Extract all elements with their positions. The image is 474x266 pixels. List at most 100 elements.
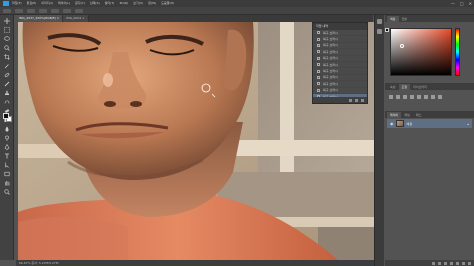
tab-channels[interactable]: 채널 [401, 112, 413, 118]
menu-window[interactable]: 창(W) [148, 0, 156, 7]
tab-libraries[interactable]: 라이브러리 [410, 84, 430, 90]
tab-color[interactable]: 색상 [387, 16, 399, 22]
menu-image[interactable]: 이미지(I) [41, 0, 53, 7]
color-picker-handle[interactable] [400, 44, 404, 48]
history-state-icon [317, 43, 320, 47]
layers-panel-header: 레이어 채널 패스 [385, 111, 474, 118]
tab-properties[interactable]: 속성 [387, 84, 399, 90]
layers-footer [385, 260, 474, 266]
history-state-icon [317, 56, 320, 60]
history-state-icon [317, 69, 320, 73]
color-balance-icon[interactable] [431, 95, 435, 99]
crop-icon[interactable] [3, 53, 11, 60]
history-state-icon [317, 75, 320, 79]
menu-file[interactable]: 파일(F) [12, 0, 22, 7]
history-state-icon [317, 37, 320, 41]
menu-help[interactable]: 도움말(H) [161, 0, 174, 7]
menu-bar: 파일(F) 편집(E) 이미지(I) 레이어(L) 문자(Y) 선택(S) 필터… [0, 0, 474, 7]
hand-icon[interactable] [3, 179, 11, 186]
new-snapshot-icon[interactable] [355, 98, 358, 102]
foreground-color-swatch[interactable] [3, 113, 9, 119]
aligned-checkbox[interactable] [63, 8, 71, 13]
exposure-icon[interactable] [410, 95, 414, 99]
rectangle-icon[interactable] [3, 170, 11, 177]
menu-view[interactable]: 보기(V) [133, 0, 143, 7]
window-controls: — □ ✕ [446, 0, 472, 7]
source-option[interactable] [39, 8, 47, 13]
pen-icon[interactable] [3, 143, 11, 150]
menu-select[interactable]: 선택(S) [90, 0, 100, 7]
foreground-color-chip[interactable] [385, 28, 389, 32]
link-layers-icon[interactable] [432, 261, 435, 265]
menu-edit[interactable]: 편집(E) [27, 0, 37, 7]
trash-icon[interactable] [361, 98, 364, 102]
brightness-contrast-icon[interactable] [389, 95, 393, 99]
new-layer-icon[interactable] [462, 261, 465, 265]
history-panel-icon[interactable] [377, 19, 382, 24]
history-brush-icon[interactable] [3, 98, 11, 105]
adjustment-icons [389, 95, 449, 102]
move-icon[interactable] [3, 17, 11, 24]
tab-swatches[interactable]: 견본 [399, 16, 411, 22]
lock-icon: 🔒︎ [467, 121, 469, 126]
quick-select-icon[interactable] [3, 44, 11, 51]
history-state-icon [317, 88, 320, 92]
eyedropper-icon[interactable] [3, 62, 11, 69]
layer-row[interactable]: ◉ 배경 🔒︎ [387, 119, 472, 128]
photoshop-window: 파일(F) 편집(E) 이미지(I) 레이어(L) 문자(Y) 선택(S) 필터… [0, 0, 474, 266]
menu-type[interactable]: 문자(Y) [75, 0, 85, 7]
curves-icon[interactable] [403, 95, 407, 99]
history-panel: 작업 내역 복구 브러시 복구 브러시 복구 브러시 복구 브러시 복구 브러시… [312, 22, 368, 104]
history-state-icon [317, 63, 320, 67]
history-panel-title[interactable]: 작업 내역 [313, 23, 367, 30]
sample-select[interactable] [75, 8, 83, 13]
maximize-button[interactable]: □ [460, 0, 464, 7]
tab-document-2[interactable]: IMG_0004 × [63, 15, 89, 22]
menu-3d[interactable]: 3D(D) [119, 0, 128, 7]
hue-slider[interactable] [455, 28, 460, 76]
minimize-button[interactable]: — [451, 0, 455, 7]
pattern-option[interactable] [51, 8, 59, 13]
healing-brush-icon[interactable] [3, 71, 11, 78]
tab-layers[interactable]: 레이어 [387, 112, 402, 118]
new-document-from-state-icon[interactable] [349, 98, 352, 102]
tab-adjustments[interactable]: 조정 [398, 84, 411, 90]
hue-saturation-icon[interactable] [424, 95, 428, 99]
eye-icon[interactable]: ◉ [390, 121, 394, 126]
brush-icon[interactable] [3, 80, 11, 87]
history-footer [313, 97, 367, 103]
tab-document-1[interactable]: IMG_4037_200%(RGB/8) × [16, 15, 64, 22]
history-state-icon [317, 31, 320, 35]
right-panel-dock: 색상 견본 속성 조정 라이브러리 레이어 채널 패스 ◉ 배경 🔒︎ [385, 15, 474, 266]
layer-mask-icon[interactable] [444, 261, 447, 265]
dodge-icon[interactable] [3, 134, 11, 141]
close-button[interactable]: ✕ [469, 0, 472, 7]
adjustments-panel-header: 속성 조정 라이브러리 [385, 83, 474, 90]
tool-preset-picker[interactable] [3, 8, 11, 13]
tools-panel [0, 15, 14, 260]
adjustment-layer-icon[interactable] [450, 261, 453, 265]
group-icon[interactable] [456, 261, 459, 265]
tab-paths[interactable]: 패스 [413, 112, 425, 118]
panel-icon-strip [374, 15, 384, 266]
photoshop-logo-icon [3, 1, 9, 6]
mode-select[interactable] [27, 8, 35, 13]
layer-style-icon[interactable] [438, 261, 441, 265]
levels-icon[interactable] [396, 95, 400, 99]
brush-size-picker[interactable] [15, 8, 23, 13]
color-panel-header: 색상 견본 [385, 15, 474, 22]
path-select-icon[interactable] [3, 161, 11, 168]
lasso-icon[interactable] [3, 35, 11, 42]
properties-panel-icon[interactable] [377, 29, 382, 34]
marquee-icon[interactable] [3, 26, 11, 33]
menu-layer[interactable]: 레이어(L) [58, 0, 70, 7]
blur-icon[interactable] [3, 125, 11, 132]
black-white-icon[interactable] [438, 95, 442, 99]
trash-icon[interactable] [468, 261, 471, 265]
clone-stamp-icon[interactable] [3, 89, 11, 96]
zoom-icon[interactable] [3, 188, 11, 195]
vibrance-icon[interactable] [417, 95, 421, 99]
menu-filter[interactable]: 필터(T) [105, 0, 115, 7]
type-icon[interactable] [3, 152, 11, 159]
color-field[interactable] [390, 28, 452, 76]
